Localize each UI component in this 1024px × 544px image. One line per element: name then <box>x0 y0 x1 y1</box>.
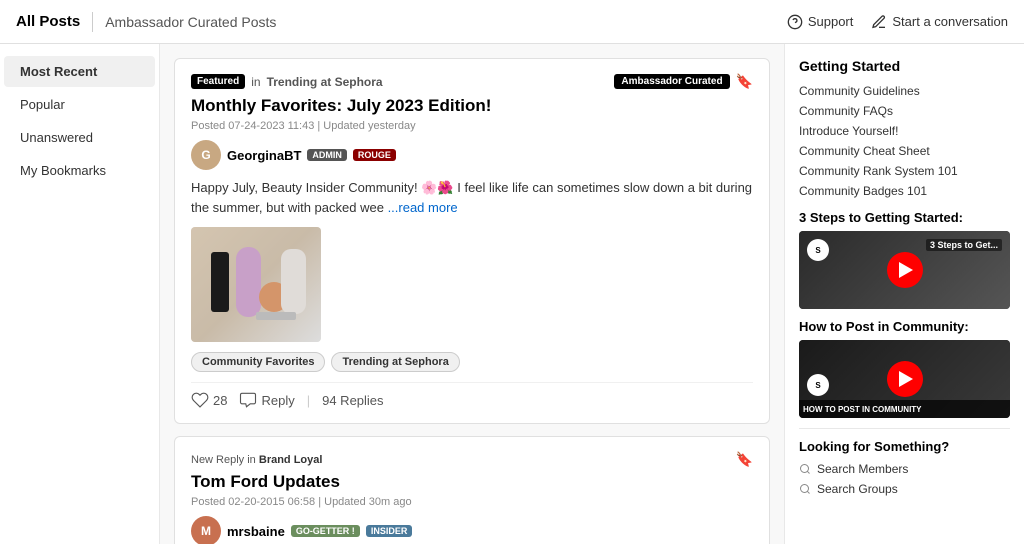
post2-new-reply: New Reply in Brand Loyal <box>191 454 322 466</box>
post1-actions: 28 Reply | 94 Replies <box>191 382 753 409</box>
badge-gogetter: GO-GETTER ! <box>291 525 360 537</box>
post2-meta-top: New Reply in Brand Loyal 🔖 <box>191 451 753 468</box>
post1-meta-location: Trending at Sephora <box>267 75 383 89</box>
sidebar-right: Getting Started Community Guidelines Com… <box>784 44 1024 544</box>
support-label: Support <box>808 14 854 29</box>
post1-image <box>191 227 321 342</box>
support-icon <box>787 14 803 30</box>
tag-community-favorites[interactable]: Community Favorites <box>191 352 325 372</box>
video-thumb-1[interactable]: S 3 Steps to Get... <box>799 231 1010 309</box>
search-groups-icon <box>799 483 811 495</box>
video2-bottom-label: HOW TO POST IN COMMUNITY <box>803 405 922 414</box>
post-card-2: New Reply in Brand Loyal 🔖 Tom Ford Upda… <box>174 436 770 544</box>
sidebar-item-unanswered[interactable]: Unanswered <box>4 122 155 153</box>
how-to-title: How to Post in Community: <box>799 319 1010 334</box>
bookmark-icon-post2[interactable]: 🔖 <box>736 451 753 468</box>
link-community-guidelines[interactable]: Community Guidelines <box>799 84 1010 98</box>
steps-title: 3 Steps to Getting Started: <box>799 210 1010 225</box>
like-count: 28 <box>213 393 227 408</box>
badge-insider: INSIDER <box>366 525 413 537</box>
header-divider <box>92 12 93 32</box>
search-members-item[interactable]: Search Members <box>799 462 1010 476</box>
video1-label: 3 Steps to Get... <box>926 239 1002 251</box>
avatar-mrsbaine: M <box>191 516 221 544</box>
link-introduce-yourself[interactable]: Introduce Yourself! <box>799 124 1010 138</box>
post-card-1: Featured in Trending at Sephora Ambassad… <box>174 58 770 424</box>
badge-featured: Featured <box>191 74 245 89</box>
post2-location[interactable]: Brand Loyal <box>259 454 323 466</box>
sidebar-left: Most Recent Popular Unanswered My Bookma… <box>0 44 160 544</box>
post2-author: M mrsbaine GO-GETTER ! INSIDER <box>191 516 753 544</box>
post2-title[interactable]: Tom Ford Updates <box>191 472 753 492</box>
reply-button[interactable]: Reply <box>239 391 294 409</box>
sidebar-divider <box>799 428 1010 429</box>
sephora-logo-v1: S <box>807 239 829 261</box>
play-button-v2[interactable] <box>887 361 923 397</box>
reply-icon <box>239 391 257 409</box>
bookmark-icon-post1[interactable]: 🔖 <box>736 73 753 90</box>
looking-title: Looking for Something? <box>799 439 1010 454</box>
link-community-faqs[interactable]: Community FAQs <box>799 104 1010 118</box>
start-conversation-button[interactable]: Start a conversation <box>871 14 1008 30</box>
tag-trending-sephora[interactable]: Trending at Sephora <box>331 352 459 372</box>
post2-author-name[interactable]: mrsbaine <box>227 524 285 539</box>
support-button[interactable]: Support <box>787 14 854 30</box>
link-community-cheat-sheet[interactable]: Community Cheat Sheet <box>799 144 1010 158</box>
search-groups-label: Search Groups <box>817 482 898 496</box>
header: All Posts Ambassador Curated Posts Suppo… <box>0 0 1024 44</box>
play-button-v1[interactable] <box>887 252 923 288</box>
badge-rouge: ROUGE <box>353 149 396 161</box>
start-conv-label: Start a conversation <box>892 14 1008 29</box>
main-content: Featured in Trending at Sephora Ambassad… <box>160 44 784 544</box>
product-shape2 <box>236 247 261 317</box>
heart-icon <box>191 391 209 409</box>
post2-timestamp: Posted 02-20-2015 06:58 | Updated 30m ag… <box>191 496 753 508</box>
action-divider1: | <box>307 393 310 408</box>
avatar-georgina: G <box>191 140 221 170</box>
sephora-logo-v2: S <box>807 374 829 396</box>
badge-admin: ADMIN <box>307 149 347 161</box>
search-members-label: Search Members <box>817 462 908 476</box>
read-more-link[interactable]: ...read more <box>388 200 458 215</box>
post1-timestamp: Posted 07-24-2023 11:43 | Updated yester… <box>191 120 753 132</box>
play-triangle-v2 <box>899 371 913 387</box>
reply-label: Reply <box>261 393 294 408</box>
product-bg <box>191 227 321 342</box>
post1-meta-top: Featured in Trending at Sephora Ambassad… <box>191 73 753 90</box>
search-members-icon <box>799 463 811 475</box>
post1-author: G GeorginaBT ADMIN ROUGE <box>191 140 753 170</box>
post1-tags: Community Favorites Trending at Sephora <box>191 352 753 372</box>
sidebar-item-my-bookmarks[interactable]: My Bookmarks <box>4 155 155 186</box>
like-button[interactable]: 28 <box>191 391 227 409</box>
video2-bottom-bar: HOW TO POST IN COMMUNITY <box>799 400 1010 418</box>
play-triangle-v1 <box>899 262 913 278</box>
search-groups-item[interactable]: Search Groups <box>799 482 1010 496</box>
product-shape5 <box>256 312 296 320</box>
post1-title[interactable]: Monthly Favorites: July 2023 Edition! <box>191 96 753 116</box>
header-title-all: All Posts <box>16 13 80 30</box>
video-thumb-2[interactable]: S HOW TO POST IN COMMUNITY <box>799 340 1010 418</box>
main-layout: Most Recent Popular Unanswered My Bookma… <box>0 44 1024 544</box>
replies-count[interactable]: 94 Replies <box>322 393 383 408</box>
getting-started-title: Getting Started <box>799 58 1010 74</box>
edit-icon <box>871 14 887 30</box>
post1-body: Happy July, Beauty Insider Community! 🌸🌺… <box>191 178 753 217</box>
sidebar-item-most-recent[interactable]: Most Recent <box>4 56 155 87</box>
link-community-rank-system[interactable]: Community Rank System 101 <box>799 164 1010 178</box>
header-title-sub: Ambassador Curated Posts <box>105 14 276 30</box>
badge-ambassador: Ambassador Curated <box>614 74 729 89</box>
post1-meta-in: in <box>251 75 260 89</box>
product-shape1 <box>211 252 229 312</box>
product-shape4 <box>281 249 306 314</box>
sidebar-item-popular[interactable]: Popular <box>4 89 155 120</box>
post1-author-name[interactable]: GeorginaBT <box>227 148 301 163</box>
link-community-badges[interactable]: Community Badges 101 <box>799 184 1010 198</box>
